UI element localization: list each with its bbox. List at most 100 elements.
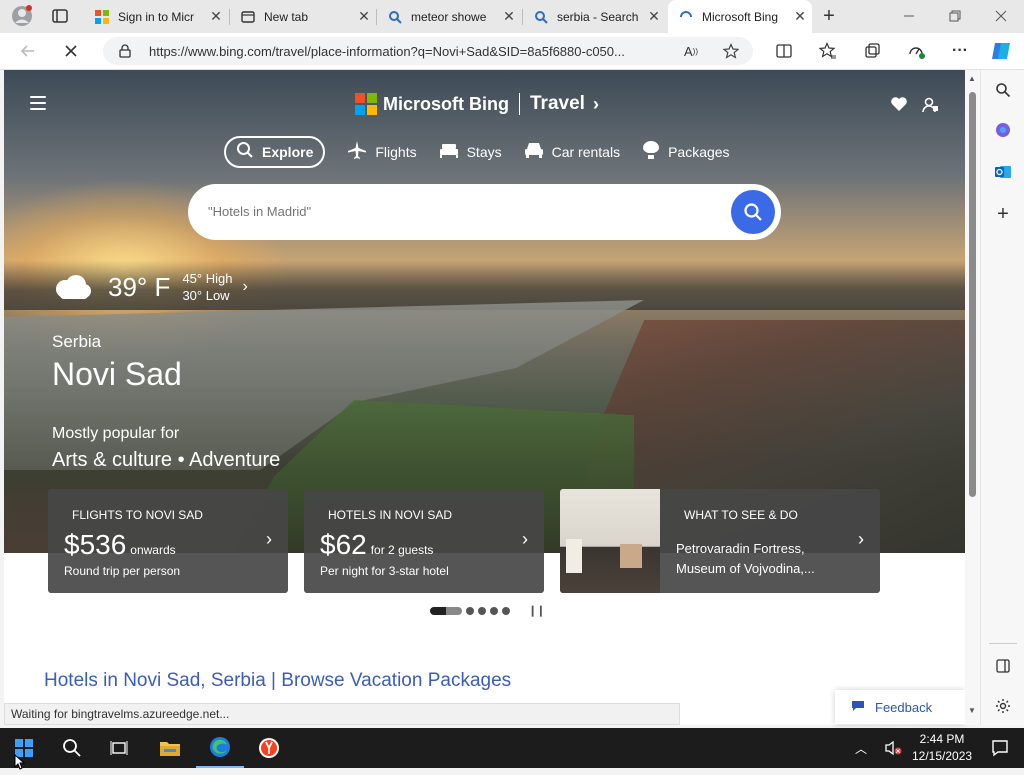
search-input[interactable] [208, 184, 708, 240]
edge-browser-icon[interactable] [196, 728, 244, 768]
close-window-icon[interactable] [989, 4, 1013, 28]
nav-flights[interactable]: Flights [347, 136, 417, 168]
toolbar: https://www.bing.com/travel/place-inform… [0, 33, 1024, 70]
heart-icon[interactable] [890, 96, 908, 117]
feedback-button[interactable]: Feedback [835, 690, 965, 724]
tab-serbia[interactable]: serbia - Search ✕ [523, 0, 666, 33]
file-explorer-icon[interactable] [146, 728, 194, 768]
balloon-icon [642, 140, 660, 165]
result-title-link[interactable]: Hotels in Novi Sad, Serbia | Browse Vaca… [44, 670, 511, 692]
nav-car-rentals[interactable]: Car rentals [524, 136, 620, 168]
minimize-icon[interactable] [897, 4, 921, 28]
scroll-thumb[interactable] [969, 92, 976, 497]
read-aloud-icon[interactable]: A)) [679, 39, 703, 63]
cloud-icon [52, 274, 92, 300]
address-bar[interactable]: https://www.bing.com/travel/place-inform… [103, 37, 753, 65]
scroll-down-icon[interactable]: ▼ [968, 706, 976, 715]
copilot-sidebar-icon[interactable] [991, 118, 1015, 142]
card-flights[interactable]: FLIGHTS TO NOVI SAD $536 onwards Round tr… [48, 489, 288, 593]
close-icon[interactable]: ✕ [788, 8, 812, 25]
brand-name: Microsoft Bing [383, 93, 509, 114]
close-icon[interactable]: ✕ [352, 8, 376, 25]
carousel-dot[interactable] [466, 606, 474, 615]
restore-icon[interactable] [943, 4, 967, 28]
search-button[interactable] [731, 190, 775, 234]
settings-gear-icon[interactable] [991, 694, 1015, 718]
back-icon[interactable] [16, 39, 40, 63]
page-scrollbar[interactable]: ▲ ▼ [965, 70, 980, 725]
close-icon[interactable]: ✕ [642, 8, 666, 25]
search-icon [387, 9, 403, 25]
search-icon [236, 141, 254, 164]
car-icon [524, 141, 544, 164]
pause-icon[interactable]: ❙❙ [528, 604, 545, 617]
url-text[interactable]: https://www.bing.com/travel/place-inform… [149, 44, 681, 59]
carousel-dot[interactable] [430, 606, 462, 615]
mouse-cursor-icon [14, 753, 26, 775]
new-tab-button[interactable]: + [817, 4, 841, 28]
edge-sidebar: + [980, 70, 1024, 725]
weather-widget[interactable]: 39° F 45° High 30° Low › [52, 270, 248, 304]
popular-tags: Arts & culture • Adventure [52, 449, 281, 471]
chevron-right-icon[interactable]: › [593, 94, 599, 115]
favorite-star-icon[interactable] [719, 39, 743, 63]
close-icon[interactable]: ✕ [497, 8, 521, 25]
bed-icon [439, 141, 459, 164]
tab-sign-in[interactable]: Sign in to Micr ✕ [84, 0, 228, 33]
nav-label: Flights [375, 144, 417, 160]
copilot-icon[interactable] [989, 39, 1013, 63]
tab-new-tab[interactable]: New tab ✕ [230, 0, 376, 33]
stop-loading-icon[interactable] [59, 39, 83, 63]
sidebar-panel-icon[interactable] [991, 654, 1015, 678]
collections-icon[interactable] [860, 39, 884, 63]
outlook-icon[interactable] [991, 160, 1015, 184]
chevron-up-icon[interactable]: ︿ [846, 728, 876, 768]
task-view-icon[interactable] [96, 728, 144, 768]
tab-meteor[interactable]: meteor showe ✕ [377, 0, 521, 33]
search-icon[interactable] [48, 728, 96, 768]
chevron-right-icon: › [858, 529, 864, 549]
notification-icon[interactable] [976, 728, 1024, 768]
carousel-dot[interactable] [490, 606, 498, 615]
nav-packages[interactable]: Packages [642, 136, 730, 168]
split-screen-icon[interactable] [772, 39, 796, 63]
tab-actions-icon[interactable] [48, 4, 72, 28]
scroll-up-icon[interactable]: ▲ [968, 74, 976, 83]
card-price: $536 onwards [64, 529, 176, 560]
web-page: Microsoft Bing Travel › Explore Flights [4, 70, 965, 725]
attraction-thumbnail [560, 489, 660, 593]
chat-icon [851, 700, 865, 715]
chevron-right-icon: › [522, 529, 528, 549]
performance-icon[interactable] [904, 39, 928, 63]
favorites-icon[interactable] [816, 39, 840, 63]
low-temp: 30° Low [182, 288, 230, 303]
volume-muted-icon[interactable] [878, 728, 908, 768]
section-title[interactable]: Travel [530, 93, 585, 115]
high-low: 45° High 30° Low [182, 270, 232, 304]
profile-icon[interactable] [10, 4, 34, 28]
more-options-icon[interactable]: ··· [948, 39, 972, 63]
close-icon[interactable]: ✕ [204, 8, 228, 25]
card-heading: WHAT TO SEE & DO [684, 508, 798, 522]
new-tab-icon [240, 9, 256, 25]
tab-microsoft-bing[interactable]: Microsoft Bing ✕ [668, 0, 812, 33]
card-things-to-do[interactable]: WHAT TO SEE & DO Petrovaradin Fortress, … [560, 489, 880, 593]
nav-explore[interactable]: Explore [224, 136, 326, 168]
yandex-browser-icon[interactable] [245, 728, 293, 768]
nav-label: Stays [466, 144, 502, 160]
carousel-dot[interactable] [502, 606, 510, 615]
add-icon[interactable]: + [991, 202, 1015, 226]
system-clock[interactable]: 2:44 PM 12/15/2023 [912, 731, 972, 765]
nav-stays[interactable]: Stays [439, 136, 502, 168]
account-icon[interactable] [921, 96, 939, 119]
carousel-dot[interactable] [478, 606, 486, 615]
brand-logo[interactable]: Microsoft Bing Travel › [355, 92, 599, 116]
city-name: Novi Sad [52, 356, 182, 392]
tab-label: Microsoft Bing [702, 9, 779, 24]
clock-time: 2:44 PM [919, 732, 965, 746]
card-hotels[interactable]: HOTELS IN NOVI SAD $62 for 2 guests Per n… [304, 489, 544, 593]
search-icon[interactable] [991, 78, 1015, 102]
chevron-right-icon[interactable]: › [242, 278, 247, 296]
lock-icon[interactable] [113, 39, 137, 63]
hamburger-menu-icon[interactable] [30, 96, 46, 110]
